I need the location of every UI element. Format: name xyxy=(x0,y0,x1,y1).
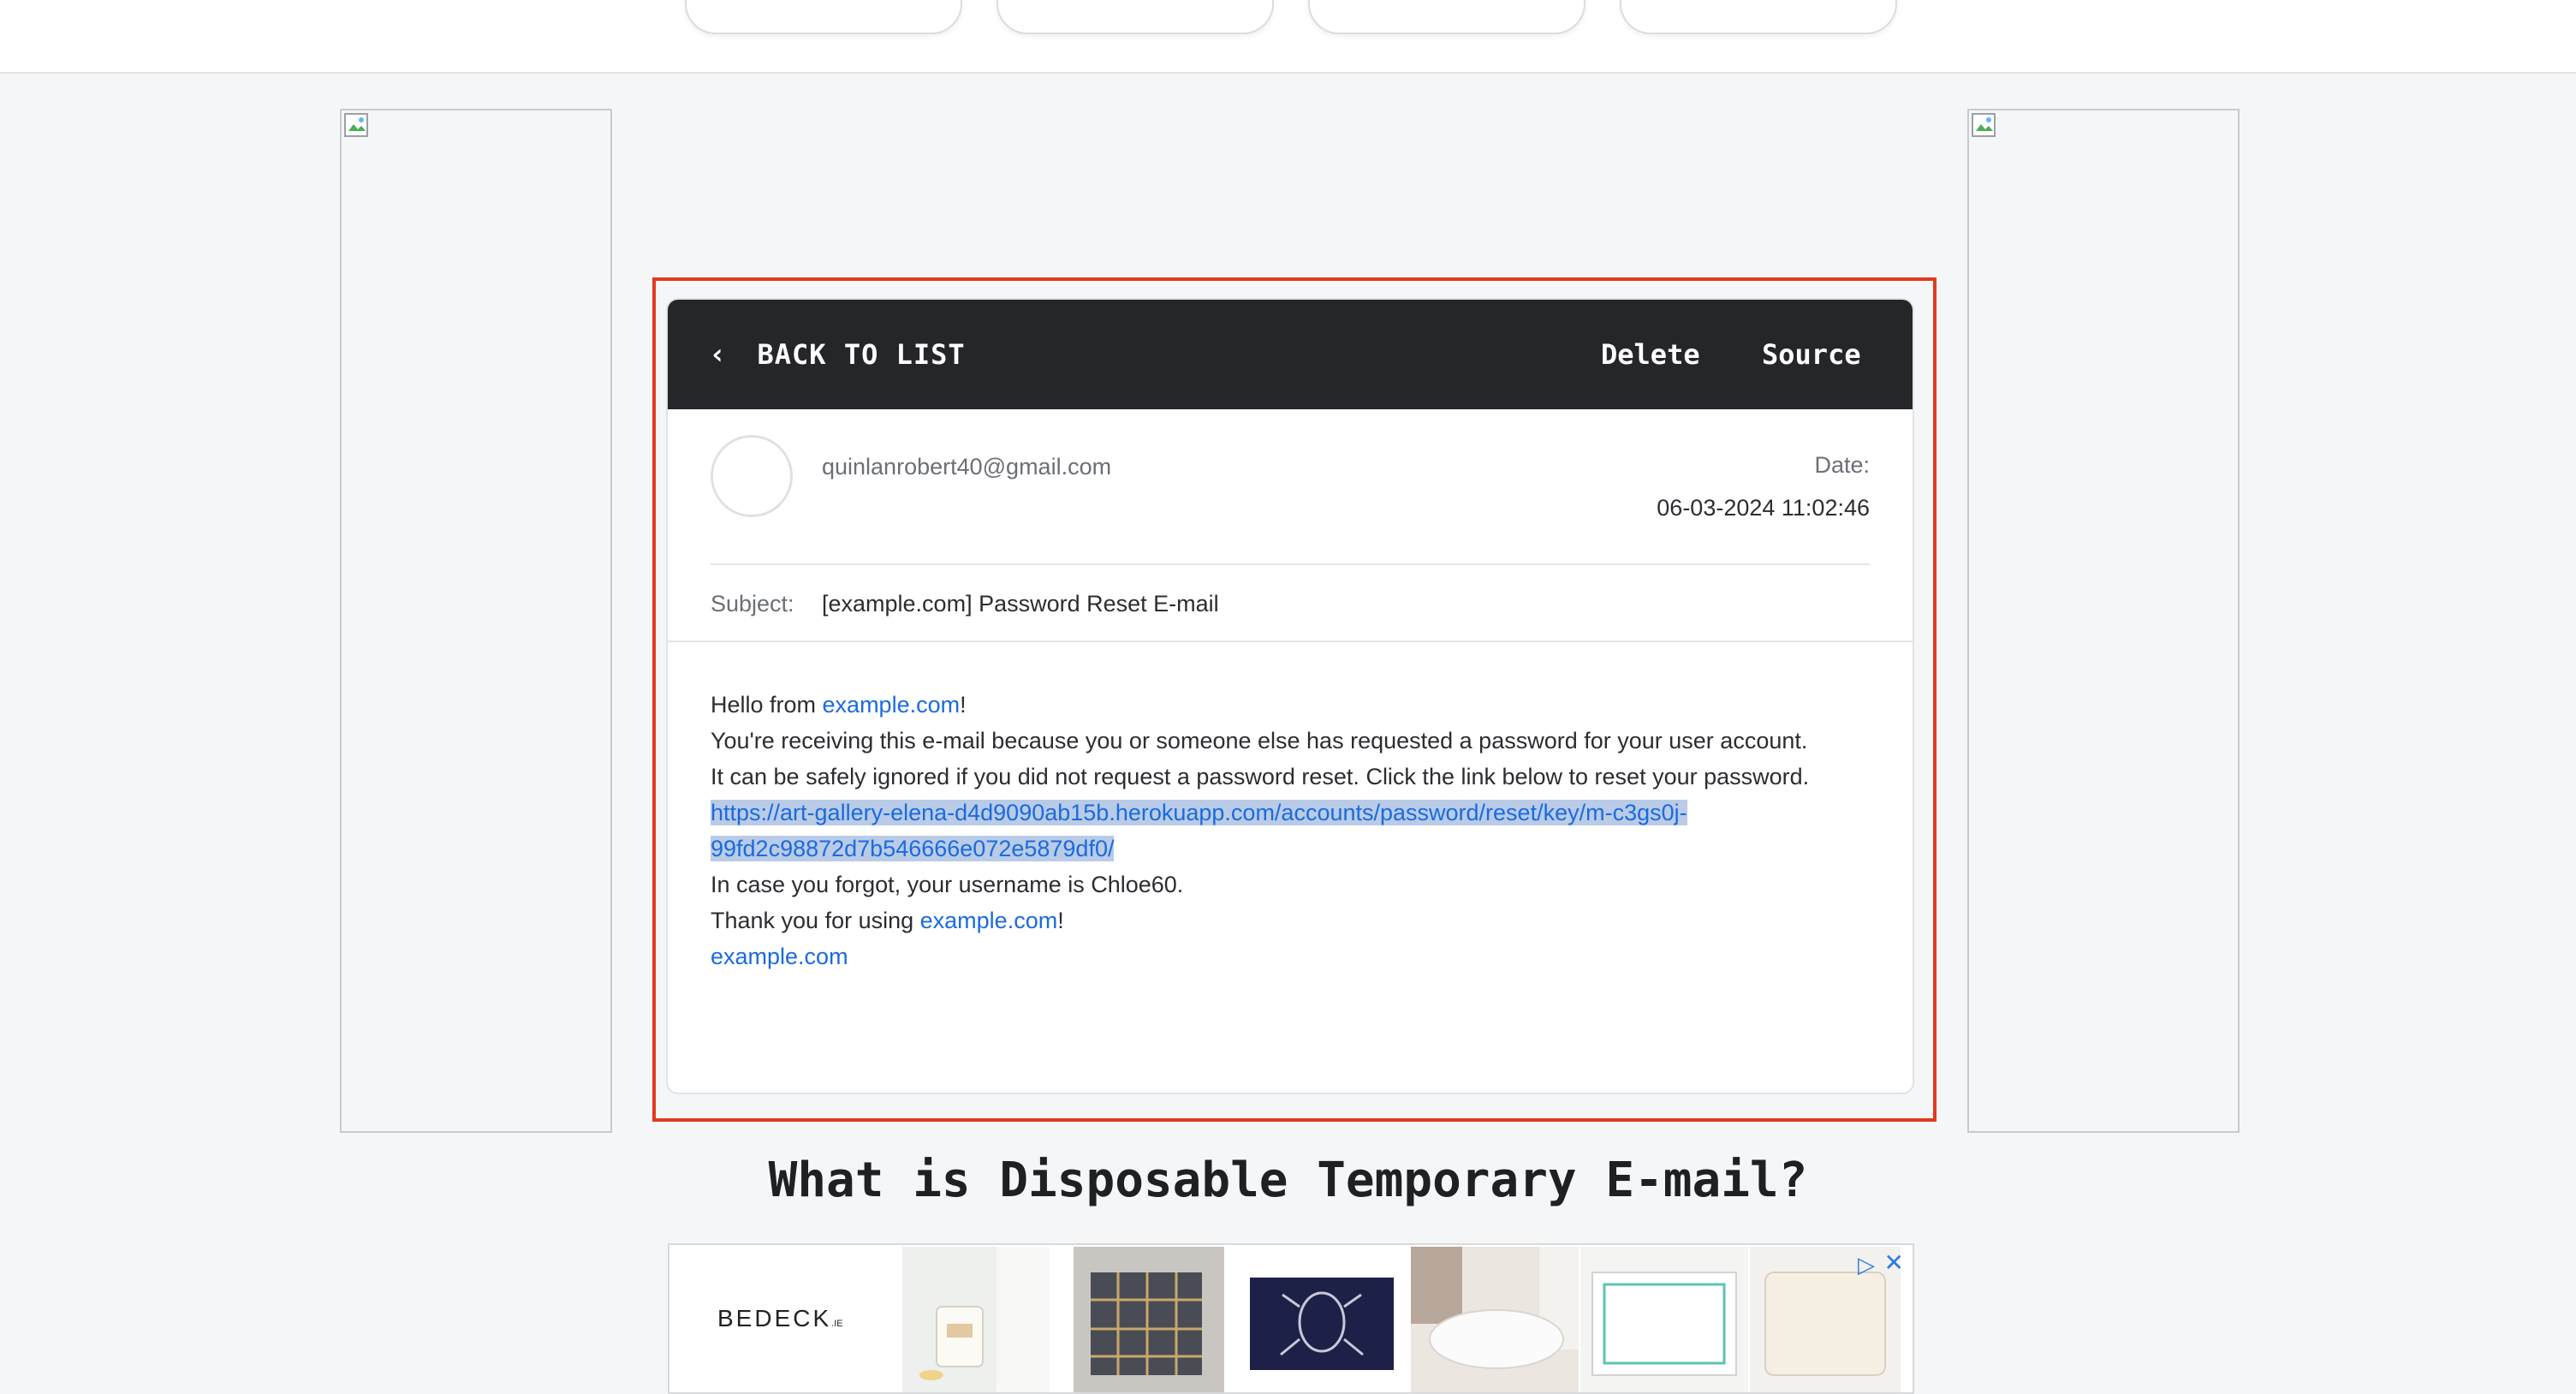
divider xyxy=(668,640,1913,642)
sender-avatar xyxy=(711,435,793,517)
delete-button[interactable]: Delete xyxy=(1601,337,1700,372)
nav-tab-3[interactable] xyxy=(1308,0,1585,34)
left-side-ad[interactable] xyxy=(340,109,612,1133)
ad-brand-logo: BEDECK.IE xyxy=(717,1305,843,1331)
example-link[interactable]: example.com xyxy=(823,692,961,718)
example-link[interactable]: example.com xyxy=(920,908,1058,933)
ad-product-pillow-image[interactable] xyxy=(1411,1247,1579,1394)
subject-label: Subject: xyxy=(711,591,794,617)
section-title: What is Disposable Temporary E-mail? xyxy=(768,1153,1808,1208)
close-icon[interactable]: ✕ xyxy=(1884,1248,1904,1277)
email-viewer: ‹ BACK TO LIST Delete Source quinlanrobe… xyxy=(666,298,1914,1094)
date-value: 06-03-2024 11:02:46 xyxy=(1657,495,1870,521)
broken-image-icon xyxy=(344,113,368,137)
subject-value: [example.com] Password Reset E-mail xyxy=(822,591,1219,617)
date-label: Date: xyxy=(1814,452,1870,478)
ad-product-candle-image[interactable] xyxy=(902,1247,1050,1394)
body-line-thanks: Thank you for using example.com! xyxy=(711,908,1064,933)
divider xyxy=(711,563,1870,565)
broken-image-icon xyxy=(1972,113,1996,137)
body-line-hello: Hello from example.com! xyxy=(711,692,967,718)
ad-banner[interactable]: BEDECK.IE ▷ ✕ xyxy=(668,1243,1914,1394)
adchoices-icon[interactable]: ▷ xyxy=(1858,1252,1875,1278)
email-toolbar: ‹ BACK TO LIST Delete Source xyxy=(668,300,1913,409)
password-reset-link[interactable]: https://art-gallery-elena-d4d9090ab15b.h… xyxy=(711,795,1892,867)
back-to-list-label: BACK TO LIST xyxy=(757,338,966,371)
nav-tab-2[interactable] xyxy=(996,0,1274,34)
source-button[interactable]: Source xyxy=(1762,337,1861,372)
email-body: Hello from example.com! You're receiving… xyxy=(711,687,1892,974)
body-line: You're receiving this e-mail because you… xyxy=(711,728,1808,754)
right-side-ad[interactable] xyxy=(1967,109,2240,1133)
sender-email: quinlanrobert40@gmail.com xyxy=(822,454,1112,480)
ad-product-cushion-image[interactable] xyxy=(1074,1247,1224,1394)
ad-product-frog-towel-image[interactable] xyxy=(1245,1247,1399,1394)
body-line: In case you forgot, your username is Chl… xyxy=(711,872,1184,897)
nav-tab-4[interactable] xyxy=(1620,0,1897,34)
signature-link: example.com xyxy=(711,944,848,969)
ad-product-sham-image[interactable] xyxy=(1750,1247,1901,1394)
ad-product-pillowcase-image[interactable] xyxy=(1580,1247,1748,1394)
chevron-left-icon: ‹ xyxy=(709,337,727,372)
top-navigation-bar xyxy=(0,0,2576,74)
nav-tab-1[interactable] xyxy=(685,0,962,34)
body-line: It can be safely ignored if you did not … xyxy=(711,764,1810,789)
back-to-list-button[interactable]: ‹ BACK TO LIST xyxy=(709,337,966,372)
